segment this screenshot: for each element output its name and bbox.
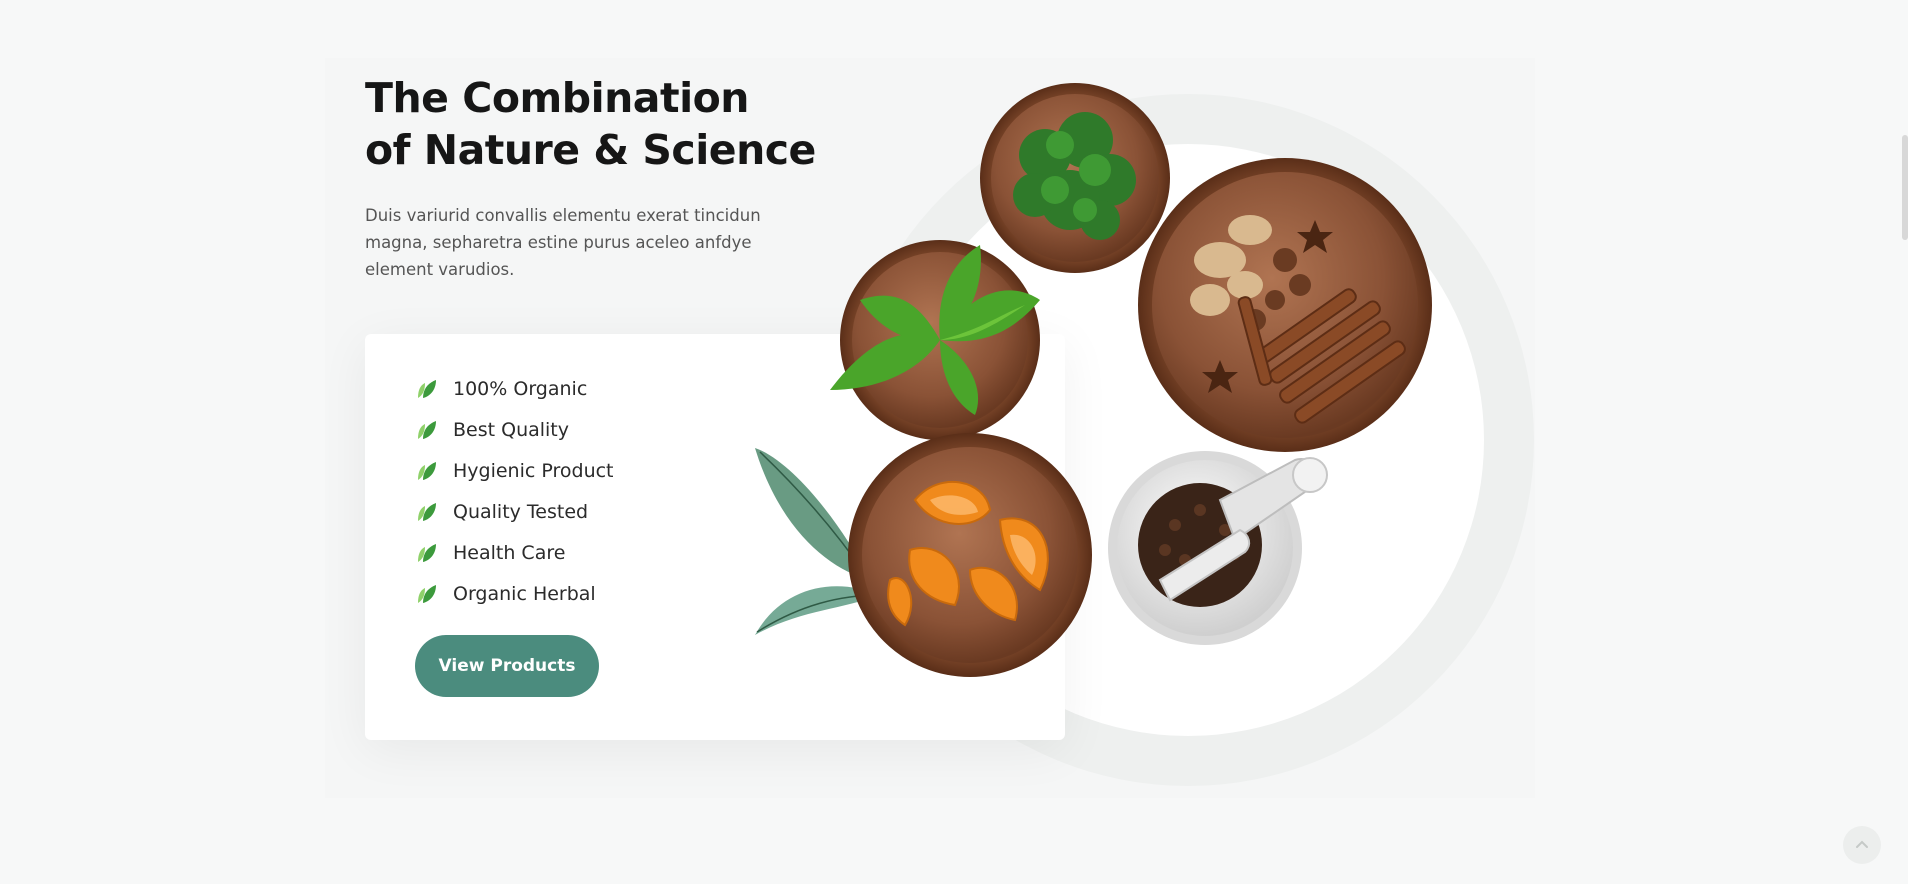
feature-item: Organic Herbal [415,573,614,614]
feature-item: Health Care [415,532,614,573]
leaf-icon [418,379,436,398]
feature-label: 100% Organic [453,377,588,400]
leaf-icon [418,420,436,439]
leaf-icon [418,502,436,521]
chevron-up-icon [1856,840,1868,848]
scrollbar-thumb[interactable] [1902,135,1908,240]
feature-label: Quality Tested [453,500,589,523]
feature-label: Organic Herbal [453,582,596,605]
spices-bowl [1138,158,1432,452]
orange-peel-bowl [848,433,1092,677]
scroll-to-top-button[interactable] [1843,826,1881,864]
leaf-icon [418,584,436,603]
section-description: Duis variurid convallis elementu exerat … [365,206,761,279]
feature-label: Health Care [453,541,566,564]
features-list: 100% Organic Best Quality Hygienic Produ… [415,368,614,614]
feature-item: Hygienic Product [415,450,614,491]
feature-item: 100% Organic [415,368,614,409]
view-products-button[interactable]: View Products [415,635,599,697]
herbs-and-spices-illustration [755,83,1432,677]
feature-label: Hygienic Product [453,459,614,482]
feature-label: Best Quality [453,418,570,441]
mortar-and-pestle [1108,451,1328,645]
basil-bowl [830,240,1040,440]
parsley-bowl [980,83,1170,273]
feature-item: Best Quality [415,409,614,450]
feature-item: Quality Tested [415,491,614,532]
leaf-icon [418,461,436,480]
leaf-icon [418,543,436,562]
